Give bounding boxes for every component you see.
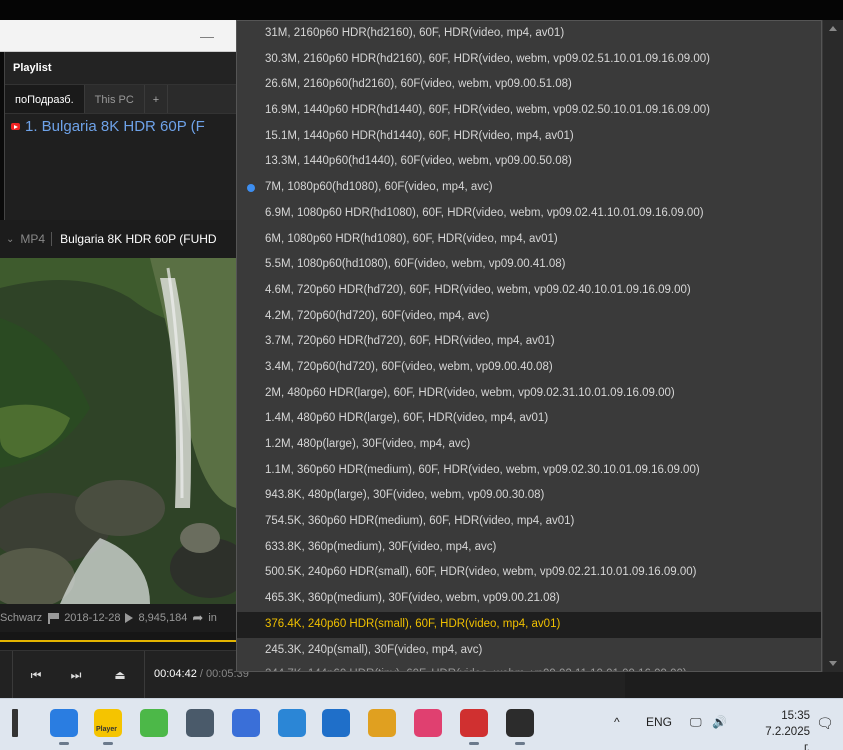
bluestacks-icon[interactable] [140,709,168,737]
network-app-icon[interactable] [460,709,488,745]
potplayer-label: Player [96,726,118,733]
quality-menu: 31M, 2160p60 HDR(hd2160), 60F, HDR(video… [236,20,822,672]
playlist-panel: Playlist поПодразб. This PC + 1. Bulgari… [4,52,236,220]
calculator-icon[interactable] [186,709,214,737]
quality-option[interactable]: 6M, 1080p60 HDR(hd1080), 60F, HDR(video,… [237,227,821,253]
top-screen-strip [0,0,843,20]
quality-option[interactable]: 245.3K, 240p(small), 30F(video, mp4, avc… [237,638,821,664]
quality-option[interactable]: 13.3M, 1440p60(hd1440), 60F(video, webm,… [237,149,821,175]
quality-option[interactable]: 5.5M, 1080p60(hd1080), 60F(video, webm, … [237,252,821,278]
quality-option[interactable]: 500.5K, 240p60 HDR(small), 60F, HDR(vide… [237,560,821,586]
time-separator: / [196,668,206,680]
player-header: ⌄ MP4 Bulgaria 8K HDR 60P (FUHD [0,220,236,258]
quality-option[interactable]: 31M, 2160p60 HDR(hd2160), 60F, HDR(video… [237,21,821,47]
paint-icon[interactable] [278,709,306,737]
flag-icon [47,613,60,624]
terminal-bar-icon[interactable] [12,709,18,737]
clock-time: 15:35 [781,710,810,722]
waterfall-scene [0,258,236,604]
quality-option[interactable]: 30.3M, 2160p60 HDR(hd2160), 60F, HDR(vid… [237,47,821,73]
photos-icon[interactable] [322,709,350,737]
quality-option[interactable]: 16.9M, 1440p60 HDR(hd1440), 60F, HDR(vid… [237,98,821,124]
language-indicator[interactable]: ENG [646,715,672,729]
playlist-tab-this-pc[interactable]: This PC [85,85,145,113]
channel-name[interactable]: Schwarz [0,612,42,624]
next-track-icon[interactable]: ⏭ [66,665,86,685]
notepad-icon[interactable] [232,709,260,737]
taskbar: Player ^ ENG 🖵 🔊 15:35 7.2.2025 г. 🗨 [0,698,843,750]
quality-option[interactable]: 15.1M, 1440p60 HDR(hd1440), 60F, HDR(vid… [237,124,821,150]
quality-option[interactable]: 6.9M, 1080p60 HDR(hd1080), 60F, HDR(vide… [237,201,821,227]
menu-scrollbar[interactable] [822,20,843,672]
quality-option[interactable]: 1.4M, 480p60 HDR(large), 60F, HDR(video,… [237,406,821,432]
playlist-item[interactable]: 1. Bulgaria 8K HDR 60P (F [5,114,236,139]
video-format-label: MP4 [20,232,53,246]
previous-track-icon[interactable]: ⏮ [26,665,46,685]
quality-option[interactable]: 4.6M, 720p60 HDR(hd720), 60F, HDR(video,… [237,278,821,304]
quality-option[interactable]: 26.6M, 2160p60(hd2160), 60F(video, webm,… [237,72,821,98]
playlist-title: Playlist [5,52,236,84]
control-divider [144,651,145,699]
potplayer-icon[interactable]: Player [94,709,122,745]
drop-icon[interactable] [414,709,442,737]
network-icon[interactable]: 🖵 [690,715,702,730]
quality-option[interactable]: 1.2M, 480p(large), 30F(video, mp4, avc) [237,432,821,458]
quality-option[interactable]: 2M, 480p60 HDR(large), 60F, HDR(video, w… [237,381,821,407]
scroll-down-icon[interactable] [829,661,837,666]
eject-icon[interactable]: ⏏ [110,665,130,685]
quality-option-highlighted[interactable]: 376.4K, 240p60 HDR(small), 60F, HDR(vide… [237,611,821,638]
quality-option[interactable]: 244.7K, 144p60 HDR(tiny), 60F, HDR(video… [237,663,821,671]
chevron-down-icon[interactable]: ⌄ [0,234,20,245]
add-playlist-tab-button[interactable]: + [145,85,169,113]
quality-option[interactable]: 754.5K, 360p60 HDR(medium), 60F, HDR(vid… [237,509,821,535]
terminal-icon[interactable] [506,709,534,745]
volume-icon[interactable]: 🔊 [712,715,727,729]
background-window: — [0,20,236,52]
upload-date: 2018-12-28 [64,612,121,624]
info-extra: in [208,612,217,624]
playlist-item-label: 1. Bulgaria 8K HDR 60P (F [25,118,205,135]
quality-option-selected[interactable]: 7M, 1080p60(hd1080), 60F(video, mp4, avc… [237,175,821,201]
playlist-tab-default[interactable]: поПодразб. [5,85,85,113]
minimize-icon[interactable]: — [200,28,214,44]
chevron-up-icon[interactable]: ^ [614,715,620,729]
quality-option[interactable]: 3.4M, 720p60(hd720), 60F(video, webm, vp… [237,355,821,381]
share-icon[interactable]: ➦ [192,610,203,626]
quality-option[interactable]: 1.1M, 360p60 HDR(medium), 60F, HDR(video… [237,458,821,484]
color-palette-icon[interactable] [368,709,396,737]
control-divider [12,651,13,699]
video-info-bar: Schwarz 2018-12-28 8,945,184 ➦ in [0,604,236,632]
clock-date: 7.2.2025 г. [765,726,810,750]
clock[interactable]: 15:35 7.2.2025 г. [762,708,810,750]
view-count: 8,945,184 [138,612,188,624]
notification-icon[interactable]: 🗨 [816,715,834,732]
playlist-tabs: поПодразб. This PC + [5,84,236,114]
quality-option[interactable]: 4.2M, 720p60(hd720), 60F(video, mp4, avc… [237,304,821,330]
scroll-up-icon[interactable] [829,26,837,31]
quality-option[interactable]: 465.3K, 360p(medium), 30F(video, webm, v… [237,586,821,612]
video-frame[interactable] [0,258,236,604]
quality-option[interactable]: 633.8K, 360p(medium), 30F(video, mp4, av… [237,535,821,561]
player-right-area [625,672,843,698]
current-time: 00:04:42 [154,668,197,680]
play-count-icon [125,613,134,623]
quality-option[interactable]: 943.8K, 480p(large), 30F(video, webm, vp… [237,483,821,509]
video-title: Bulgaria 8K HDR 60P (FUHD [60,232,217,246]
youtube-icon [11,123,20,130]
playback-time: 00:04:42 / 00:05:39 [154,668,249,680]
quality-option[interactable]: 3.7M, 720p60 HDR(hd720), 60F, HDR(video,… [237,329,821,355]
ram-app-icon[interactable] [50,709,78,745]
